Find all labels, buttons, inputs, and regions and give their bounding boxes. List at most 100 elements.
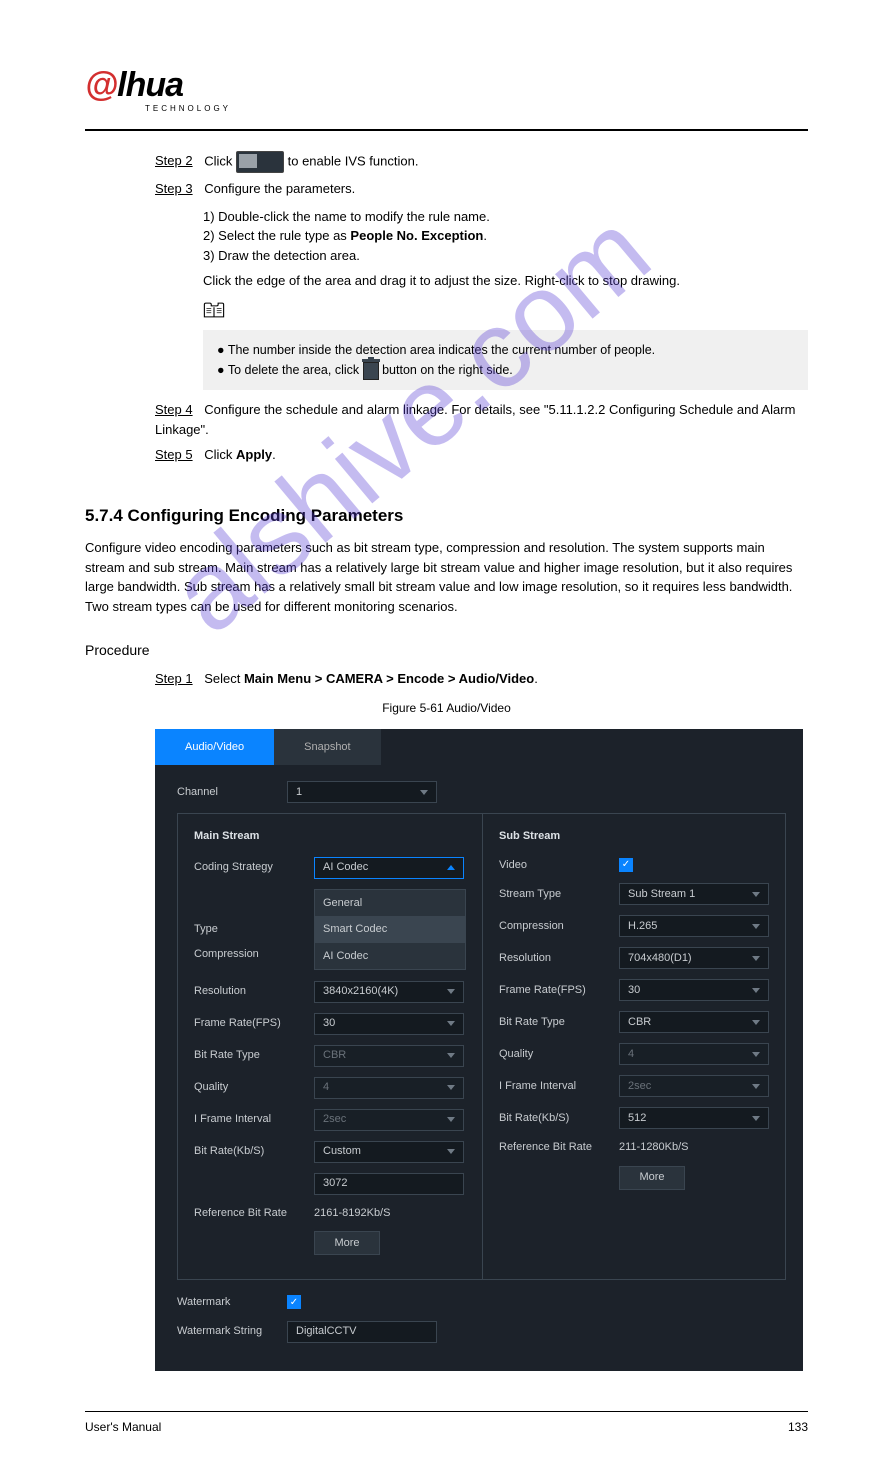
logo: @lhua TECHNOLOGY — [85, 60, 808, 123]
section-heading: 5.7.4 Configuring Encoding Parameters — [85, 503, 808, 529]
sub-bitrate-label: Bit Rate(Kb/S) — [499, 1110, 619, 1127]
sub-stream-title: Sub Stream — [499, 828, 769, 845]
watermark-string-label: Watermark String — [177, 1323, 287, 1340]
tab-audio-video[interactable]: Audio/Video — [155, 729, 274, 766]
sub-bitrate-value: 512 — [628, 1110, 646, 1127]
step-3-sub2: 2) Select the rule type as People No. Ex… — [203, 226, 808, 246]
sub-brtype-label: Bit Rate Type — [499, 1014, 619, 1031]
tab-snapshot[interactable]: Snapshot — [274, 729, 380, 766]
footer: User's Manual 133 — [85, 1418, 808, 1436]
sub-more-button[interactable]: More — [619, 1166, 685, 1190]
sub-compression-select[interactable]: H.265 — [619, 915, 769, 937]
logo-subtext: TECHNOLOGY — [145, 103, 868, 115]
main-res-label: Resolution — [194, 983, 314, 1000]
procedure-title: Procedure — [85, 640, 808, 661]
section-body: Configure video encoding parameters such… — [85, 538, 808, 616]
section-title: Configuring Encoding Parameters — [123, 506, 404, 525]
watermark-string-input[interactable]: DigitalCCTV — [287, 1321, 437, 1343]
note-item-2b: button on the right side. — [382, 363, 513, 377]
channel-value: 1 — [296, 784, 302, 801]
step-5-label: Step 5 — [155, 447, 193, 462]
footer-right: 133 — [788, 1418, 808, 1436]
main-bitrate-custom-value: 3072 — [323, 1175, 347, 1192]
sub-res-select[interactable]: 704x480(D1) — [619, 947, 769, 969]
type-label: Type — [194, 921, 314, 938]
sub-iframe-select[interactable]: 2sec — [619, 1075, 769, 1097]
main-bitrate-value: Custom — [323, 1143, 361, 1160]
watermark-string-value: DigitalCCTV — [296, 1323, 357, 1340]
step-3-sub2-bold: People No. Exception — [350, 228, 483, 243]
proc-step-1: Step 1 Select Main Menu > CAMERA > Encod… — [155, 669, 808, 689]
sub-video-checkbox[interactable]: ✓ — [619, 858, 633, 872]
main-iframe-label: I Frame Interval — [194, 1111, 314, 1128]
main-quality-select[interactable]: 4 — [314, 1077, 464, 1099]
coding-strategy-select[interactable]: AI Codec — [314, 857, 464, 879]
section-num: 5.7.4 — [85, 506, 123, 525]
sub-refbr-value: 211-1280Kb/S — [619, 1139, 689, 1156]
sub-compression-value: H.265 — [628, 918, 657, 935]
sub-brtype-select[interactable]: CBR — [619, 1011, 769, 1033]
figure-caption: Figure 5-61 Audio/Video — [85, 699, 808, 717]
main-iframe-value: 2sec — [323, 1111, 346, 1128]
logo-at: @ — [85, 66, 117, 104]
coding-strategy-value: AI Codec — [323, 859, 368, 876]
opt-general[interactable]: General — [315, 890, 465, 917]
watermark-checkbox[interactable]: ✓ — [287, 1295, 301, 1309]
sub-bitrate-select[interactable]: 512 — [619, 1107, 769, 1129]
watermark-label: Watermark — [177, 1294, 287, 1311]
sub-fps-select[interactable]: 30 — [619, 979, 769, 1001]
main-quality-value: 4 — [323, 1079, 329, 1096]
sub-stream-col: Sub Stream Video ✓ Stream Type Sub Strea… — [482, 813, 786, 1280]
main-refbr-label: Reference Bit Rate — [194, 1205, 314, 1222]
trash-icon[interactable] — [363, 362, 379, 380]
main-res-select[interactable]: 3840x2160(4K) — [314, 981, 464, 1003]
main-fps-label: Frame Rate(FPS) — [194, 1015, 314, 1032]
step-2-label: Step 2 — [155, 153, 193, 168]
toggle-icon[interactable] — [236, 151, 284, 173]
main-stream-col: Main Stream Coding Strategy AI Codec Typ… — [177, 813, 483, 1280]
sub-streamtype-select[interactable]: Sub Stream 1 — [619, 883, 769, 905]
main-res-value: 3840x2160(4K) — [323, 983, 398, 1000]
main-more-button[interactable]: More — [314, 1231, 380, 1255]
note-box: ● The number inside the detection area i… — [203, 330, 808, 390]
step-3: Step 3 Configure the parameters. 1) Doub… — [155, 179, 808, 390]
sub-streamtype-value: Sub Stream 1 — [628, 886, 695, 903]
footer-left: User's Manual — [85, 1418, 161, 1436]
sub-fps-label: Frame Rate(FPS) — [499, 982, 619, 999]
main-brtype-label: Bit Rate Type — [194, 1047, 314, 1064]
proc-step-1-a: Select — [204, 671, 244, 686]
encode-panel: Audio/Video Snapshot Channel 1 Main Stre… — [155, 729, 803, 1371]
step-2-text-a: Click — [204, 153, 236, 168]
logo-text: lhua — [117, 66, 183, 104]
step-3-sub4: Click the edge of the area and drag it t… — [203, 271, 808, 291]
note-icon — [203, 301, 225, 325]
channel-select[interactable]: 1 — [287, 781, 437, 803]
main-brtype-select[interactable]: CBR — [314, 1045, 464, 1067]
main-iframe-select[interactable]: 2sec — [314, 1109, 464, 1131]
main-refbr-value: 2161-8192Kb/S — [314, 1205, 390, 1222]
sub-iframe-label: I Frame Interval — [499, 1078, 619, 1095]
opt-smart-codec[interactable]: Smart Codec — [315, 916, 465, 943]
proc-step-1-label: Step 1 — [155, 671, 193, 686]
main-fps-select[interactable]: 30 — [314, 1013, 464, 1035]
step-2-text-b: to enable IVS function. — [288, 153, 419, 168]
main-quality-label: Quality — [194, 1079, 314, 1096]
sub-quality-value: 4 — [628, 1046, 634, 1063]
sub-refbr-label: Reference Bit Rate — [499, 1139, 619, 1156]
main-bitrate-custom-input[interactable]: 3072 — [314, 1173, 464, 1195]
step-3-sub2-a: 2) Select the rule type as — [203, 228, 350, 243]
step-5: Step 5 Click Apply. — [155, 445, 808, 465]
sub-quality-select[interactable]: 4 — [619, 1043, 769, 1065]
step-3-sub1: 1) Double-click the name to modify the r… — [203, 207, 808, 227]
coding-strategy-dropdown[interactable]: General Smart Codec AI Codec — [314, 889, 466, 971]
main-bitrate-select[interactable]: Custom — [314, 1141, 464, 1163]
sub-res-label: Resolution — [499, 950, 619, 967]
coding-strategy-label: Coding Strategy — [194, 859, 314, 876]
opt-ai-codec[interactable]: AI Codec — [315, 943, 465, 970]
proc-step-1-menu: Main Menu > CAMERA > Encode > Audio/Vide… — [244, 671, 534, 686]
note-item-1: The number inside the detection area ind… — [228, 343, 655, 357]
step-4-text: Configure the schedule and alarm linkage… — [155, 402, 795, 437]
step-4-label: Step 4 — [155, 402, 193, 417]
step-2: Step 2 Click to enable IVS function. — [155, 151, 808, 173]
main-bitrate-label: Bit Rate(Kb/S) — [194, 1143, 314, 1160]
